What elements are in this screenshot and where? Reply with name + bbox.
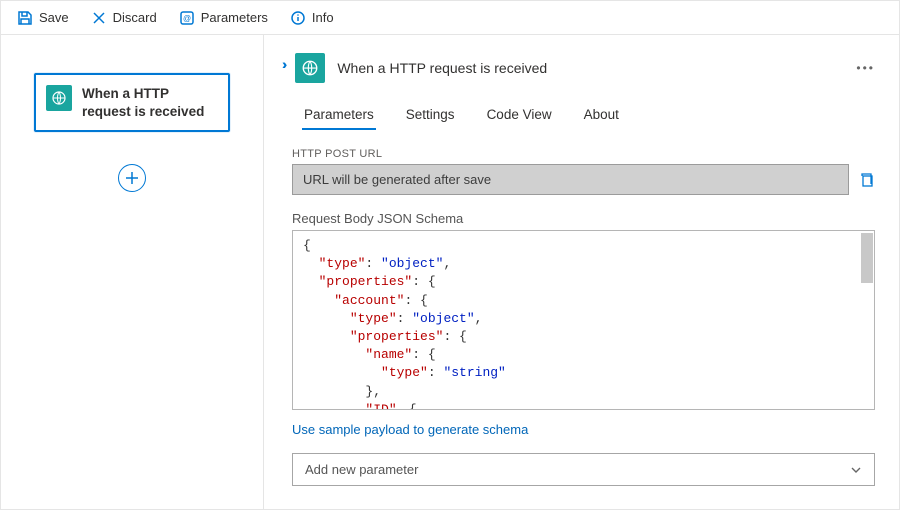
- chevron-down-icon: [850, 464, 862, 476]
- post-url-label: HTTP POST URL: [292, 148, 875, 160]
- designer-canvas: When a HTTP request is received: [1, 35, 264, 509]
- schema-editor[interactable]: { "type": "object", "properties": { "acc…: [292, 230, 875, 410]
- trigger-card[interactable]: When a HTTP request is received: [34, 73, 230, 132]
- discard-label: Discard: [113, 10, 157, 25]
- detail-tabs: Parameters Settings Code View About: [274, 101, 875, 130]
- save-label: Save: [39, 10, 69, 25]
- save-icon: [17, 10, 33, 26]
- parameters-icon: @: [179, 10, 195, 26]
- tab-about[interactable]: About: [582, 101, 621, 130]
- detail-header: ›› When a HTTP request is received •••: [274, 53, 875, 83]
- close-icon: [91, 10, 107, 26]
- parameters-section: HTTP POST URL URL will be generated afte…: [274, 148, 875, 486]
- main-area: When a HTTP request is received ›› When …: [1, 35, 899, 509]
- copy-icon[interactable]: [859, 172, 875, 188]
- trigger-card-title: When a HTTP request is received: [82, 85, 218, 120]
- detail-title: When a HTTP request is received: [337, 60, 547, 76]
- tab-code-view[interactable]: Code View: [485, 101, 554, 130]
- add-parameter-label: Add new parameter: [305, 462, 418, 477]
- info-label: Info: [312, 10, 334, 25]
- collapse-chevron-icon[interactable]: ››: [282, 56, 283, 72]
- plus-icon: [125, 171, 139, 185]
- http-request-icon: [46, 85, 72, 111]
- detail-pane: ›› When a HTTP request is received ••• P…: [264, 35, 899, 509]
- use-sample-payload-link[interactable]: Use sample payload to generate schema: [292, 422, 528, 437]
- discard-button[interactable]: Discard: [83, 6, 165, 30]
- tab-parameters[interactable]: Parameters: [302, 101, 376, 130]
- svg-text:@: @: [183, 14, 191, 23]
- info-button[interactable]: Info: [282, 6, 342, 30]
- toolbar: Save Discard @ Parameters Info: [1, 1, 899, 35]
- info-icon: [290, 10, 306, 26]
- tab-settings[interactable]: Settings: [404, 101, 457, 130]
- http-request-icon: [295, 53, 325, 83]
- add-step-button[interactable]: [118, 164, 146, 192]
- more-menu-button[interactable]: •••: [856, 61, 875, 75]
- scrollbar-thumb[interactable]: [861, 233, 873, 283]
- schema-label: Request Body JSON Schema: [292, 211, 875, 226]
- add-parameter-dropdown[interactable]: Add new parameter: [292, 453, 875, 486]
- parameters-label: Parameters: [201, 10, 268, 25]
- save-button[interactable]: Save: [9, 6, 77, 30]
- parameters-button[interactable]: @ Parameters: [171, 6, 276, 30]
- post-url-field: URL will be generated after save: [292, 164, 849, 195]
